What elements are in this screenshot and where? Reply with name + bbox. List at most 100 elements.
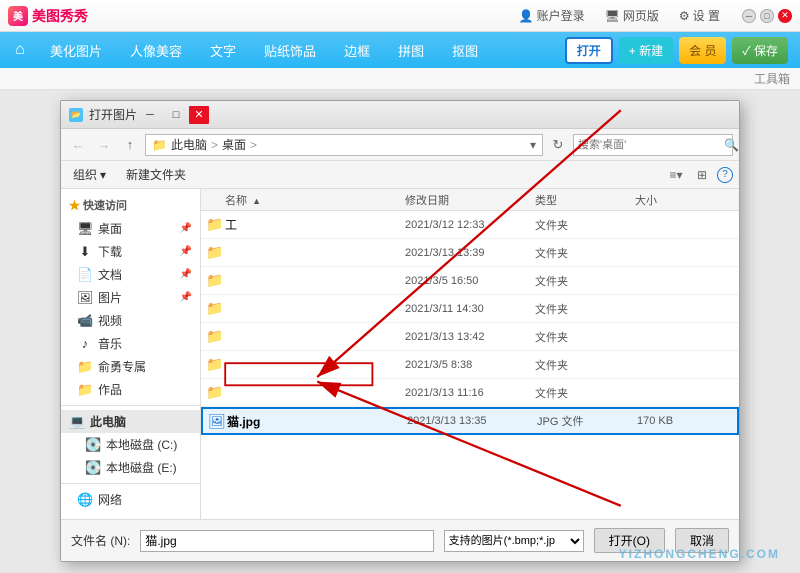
organize-arrow: ▾ — [100, 168, 106, 182]
folder-icon-5: 📁 — [205, 356, 225, 373]
nav-beautify[interactable]: 美化图片 — [36, 34, 116, 66]
sidebar-item-network[interactable]: 🌐 网络 — [61, 488, 200, 511]
file-row-1[interactable]: 📁 2021/3/13 13:39 文件夹 — [201, 239, 739, 267]
sidebar-item-e-drive[interactable]: 💽 本地磁盘 (E:) — [61, 456, 200, 479]
gear-icon: ⚙ — [679, 9, 690, 23]
sidebar-item-download[interactable]: ⬇ 下载 📌 — [61, 240, 200, 263]
file-name-0: 工 — [225, 216, 405, 233]
refresh-btn[interactable]: ↻ — [547, 134, 569, 156]
sidebar-sep1 — [61, 405, 200, 406]
music-icon: ♪ — [77, 336, 93, 351]
nav-stickers[interactable]: 贴纸饰品 — [250, 34, 330, 66]
dialog-title-icon: 📂 — [69, 108, 83, 122]
up-btn[interactable]: ↑ — [119, 134, 141, 156]
open-file-dialog: 📂 打开图片 ─ □ ✕ ← → ↑ 📁 此电脑 > 桌面 > ▾ ↻ — [60, 100, 740, 562]
breadcrumb[interactable]: 📁 此电脑 > 桌面 > ▾ — [145, 134, 543, 156]
open-btn[interactable]: 打开 — [565, 37, 613, 64]
sidebar-item-works[interactable]: 📁 作品 — [61, 378, 200, 401]
account-btn[interactable]: 👤 账户登录 — [513, 5, 591, 26]
watermark: YIZHONGCHENG.COM — [619, 547, 780, 561]
nav-mosaic[interactable]: 拼图 — [384, 34, 438, 66]
forward-btn[interactable]: → — [93, 134, 115, 156]
back-btn[interactable]: ← — [67, 134, 89, 156]
pictures-icon: 🖼 — [77, 290, 93, 306]
col-type-header[interactable]: 类型 — [535, 192, 635, 208]
col-date-header[interactable]: 修改日期 — [405, 192, 535, 208]
videos-icon: 📹 — [77, 313, 93, 329]
folder-icon-0: 📁 — [205, 216, 225, 233]
organize-btn[interactable]: 组织 ▾ — [67, 164, 112, 185]
this-pc-icon: 💻 — [69, 414, 85, 430]
vip-btn[interactable]: 会 员 — [679, 37, 726, 64]
nav-cutout[interactable]: 抠图 — [438, 34, 492, 66]
file-row-3[interactable]: 📁 2021/3/11 14:30 文件夹 — [201, 295, 739, 323]
file-row-5[interactable]: 📁 2021/3/5 8:38 文件夹 — [201, 351, 739, 379]
breadcrumb-desktop: 桌面 — [222, 136, 246, 153]
account-icon: 👤 — [519, 9, 534, 23]
app-logo: 美 美图秀秀 — [8, 6, 88, 26]
app-title: 美图秀秀 — [32, 6, 88, 26]
toolbar-right: ≡▾ ⊞ ? — [665, 164, 733, 186]
sidebar-item-videos[interactable]: 📹 视频 — [61, 309, 200, 332]
save-btn[interactable]: ✓ 保存 — [732, 37, 788, 64]
nav-home-btn[interactable]: ⌂ — [4, 34, 36, 66]
file-date-6: 2021/3/13 11:16 — [405, 387, 535, 399]
folder-icon-1: 📁 — [205, 244, 225, 261]
maximize-btn[interactable]: □ — [760, 9, 774, 23]
c-drive-icon: 💽 — [85, 437, 101, 453]
file-date-7: 2021/3/13 13:35 — [407, 415, 537, 427]
file-date-4: 2021/3/13 13:42 — [405, 331, 535, 343]
address-bar: ← → ↑ 📁 此电脑 > 桌面 > ▾ ↻ 🔍 — [61, 129, 739, 161]
file-list: 名称 ▲ 修改日期 类型 大小 📁 工 — [201, 189, 739, 519]
window-controls: ─ □ ✕ — [742, 9, 792, 23]
file-list-header: 名称 ▲ 修改日期 类型 大小 — [201, 189, 739, 211]
nav-border[interactable]: 边框 — [330, 34, 384, 66]
filetype-select[interactable]: 支持的图片(*.bmp;*.jp — [444, 530, 584, 552]
file-row-6[interactable]: 📁 2021/3/13 11:16 文件夹 — [201, 379, 739, 407]
sidebar-item-special[interactable]: 📁 俞勇专属 — [61, 355, 200, 378]
file-row-0[interactable]: 📁 工 2021/3/12 12:33 文件夹 — [201, 211, 739, 239]
sidebar-item-music[interactable]: ♪ 音乐 — [61, 332, 200, 355]
monitor-icon-btn[interactable]: 🖥 网页版 — [599, 5, 665, 26]
pin-icon4: 📌 — [180, 292, 192, 303]
nav-bar: ⌂ 美化图片 人像美容 文字 贴纸饰品 边框 拼图 抠图 打开 + 新建 会 员… — [0, 32, 800, 68]
sidebar-this-pc[interactable]: 💻 此电脑 — [61, 410, 200, 433]
breadcrumb-sep2: > — [250, 138, 257, 152]
file-type-5: 文件夹 — [535, 357, 635, 373]
dialog-close-btn[interactable]: ✕ — [189, 106, 209, 124]
pin-icon: 📌 — [180, 223, 192, 234]
new-folder-btn[interactable]: 新建文件夹 — [120, 164, 192, 185]
col-name-header[interactable]: 名称 ▲ — [205, 192, 405, 208]
settings-btn[interactable]: ⚙ 设 置 — [673, 5, 726, 26]
sidebar-item-pictures[interactable]: 🖼 图片 📌 — [61, 286, 200, 309]
filename-input[interactable] — [140, 530, 433, 552]
sidebar-item-c-drive[interactable]: 💽 本地磁盘 (C:) — [61, 433, 200, 456]
file-row-7[interactable]: 🖼 猫.jpg 2021/3/13 13:35 JPG 文件 170 KB — [201, 407, 739, 435]
jpg-file-icon: 🖼 — [207, 413, 227, 430]
search-icon[interactable]: 🔍 — [724, 134, 739, 156]
search-input[interactable] — [574, 139, 724, 151]
nav-text[interactable]: 文字 — [196, 34, 250, 66]
minimize-btn[interactable]: ─ — [742, 9, 756, 23]
file-row-4[interactable]: 📁 2021/3/13 13:42 文件夹 — [201, 323, 739, 351]
col-size-header[interactable]: 大小 — [635, 192, 715, 208]
close-btn[interactable]: ✕ — [778, 9, 792, 23]
breadcrumb-sep1: > — [211, 138, 218, 152]
view-grid-btn[interactable]: ⊞ — [691, 164, 713, 186]
download-icon: ⬇ — [77, 244, 93, 260]
nav-beauty[interactable]: 人像美容 — [116, 34, 196, 66]
breadcrumb-dropdown[interactable]: ▾ — [530, 138, 536, 152]
help-btn[interactable]: ? — [717, 167, 733, 183]
document-icon: 📄 — [77, 267, 93, 283]
network-icon: 🌐 — [77, 492, 93, 508]
dialog-minimize-btn[interactable]: ─ — [137, 106, 163, 124]
view-list-btn[interactable]: ≡▾ — [665, 164, 687, 186]
pin-icon3: 📌 — [180, 269, 192, 280]
file-name-7: 猫.jpg — [227, 413, 407, 430]
sidebar-item-documents[interactable]: 📄 文档 📌 — [61, 263, 200, 286]
file-row-2[interactable]: 📁 2021/3/5 16:50 文件夹 — [201, 267, 739, 295]
search-bar: 🔍 — [573, 134, 733, 156]
dialog-maximize-btn[interactable]: □ — [163, 106, 189, 124]
new-btn[interactable]: + 新建 — [619, 37, 673, 64]
sidebar-item-desktop[interactable]: 🖥 桌面 📌 — [61, 217, 200, 240]
